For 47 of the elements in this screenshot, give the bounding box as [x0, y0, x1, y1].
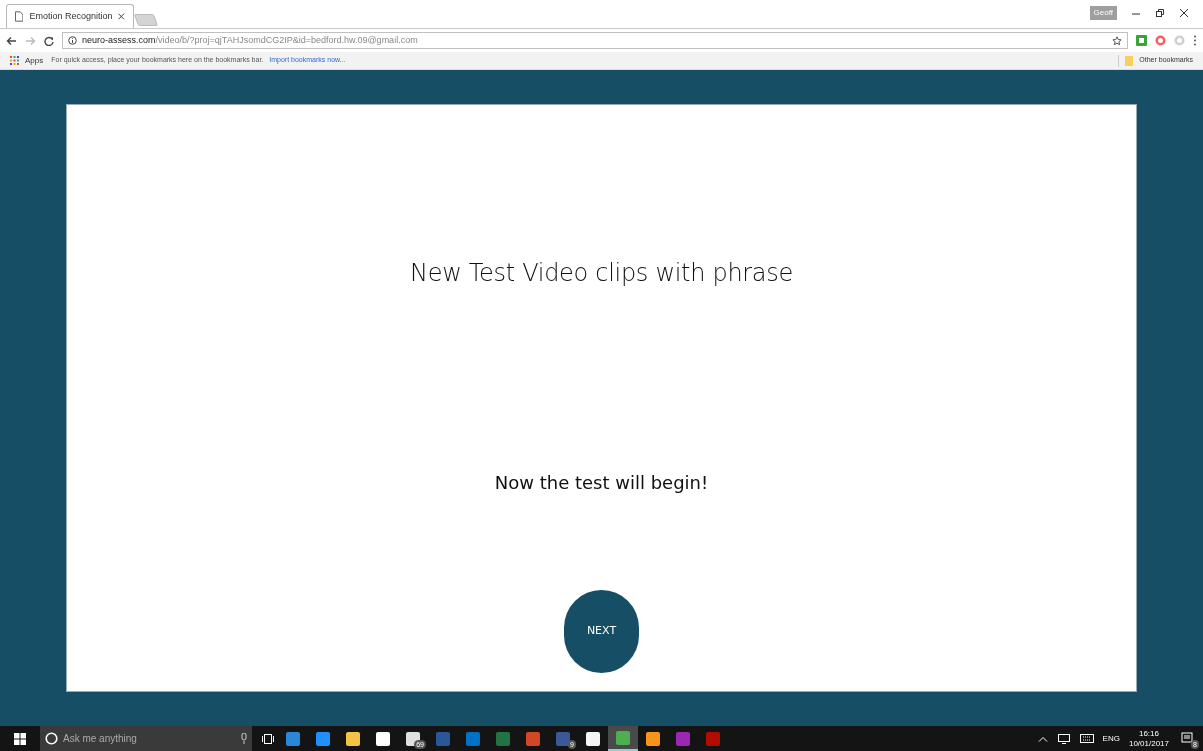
- app-tile-icon: [376, 731, 390, 746]
- app-tile-icon: [466, 731, 480, 746]
- menu-icon[interactable]: [1193, 35, 1197, 46]
- apps-link[interactable]: Apps: [25, 54, 44, 67]
- app-tile-icon: [346, 731, 360, 746]
- star-icon[interactable]: [1112, 35, 1122, 46]
- app-tile-icon: [676, 731, 690, 746]
- next-button[interactable]: NEXT: [564, 590, 639, 673]
- app-tile-icon: [286, 731, 300, 746]
- app-tile-icon: [616, 730, 630, 745]
- folder-icon: [1125, 55, 1134, 66]
- chevron-up-icon[interactable]: [1037, 735, 1048, 742]
- instruction-text: Now the test will begin!: [494, 471, 709, 495]
- page-icon: [15, 11, 24, 22]
- windows-start-icon[interactable]: [14, 732, 26, 745]
- tab-title: Emotion Recognition: [29, 9, 113, 23]
- app-tile-icon: [556, 731, 570, 746]
- apps-grid-icon[interactable]: [10, 56, 19, 65]
- keyboard-icon[interactable]: [1079, 734, 1094, 743]
- app-tile-icon: [586, 731, 600, 746]
- taskbar-search-box[interactable]: Ask me anything: [40, 726, 252, 751]
- page-heading: New Test Video clips with phrase: [410, 258, 793, 289]
- app-tile-icon: [706, 731, 720, 746]
- notifications-icon[interactable]: [1181, 731, 1195, 746]
- app-tile-icon: [646, 731, 660, 746]
- restore-icon[interactable]: [1155, 8, 1165, 18]
- search-placeholder: Ask me anything: [63, 732, 138, 746]
- extension-icon[interactable]: [1136, 35, 1147, 46]
- network-icon[interactable]: [1057, 733, 1070, 744]
- task-view-icon[interactable]: [262, 733, 274, 744]
- app-tile-icon: [496, 731, 510, 746]
- microphone-icon[interactable]: [241, 733, 247, 744]
- back-icon[interactable]: [6, 35, 17, 46]
- app-tile-icon: [316, 731, 330, 746]
- clock-time[interactable]: 16:16: [1138, 728, 1159, 739]
- extension-icon[interactable]: [1155, 35, 1166, 46]
- app-tile-icon: [436, 731, 450, 746]
- info-icon: [68, 36, 77, 45]
- reload-icon[interactable]: [44, 35, 54, 46]
- address-bar[interactable]: neuro-assess.com/video/b/?proj=qjTAHJsomdCG2IP&id=bedford.hw.09@gmail.com: [62, 32, 1128, 49]
- app-tile-icon: [526, 731, 540, 746]
- close-icon[interactable]: [1179, 8, 1189, 18]
- clock-date[interactable]: 10/01/2017: [1128, 738, 1169, 749]
- language-indicator[interactable]: ENG: [1102, 732, 1120, 745]
- cortana-icon: [45, 732, 58, 745]
- browser-tab[interactable]: Emotion Recognition: [6, 4, 134, 28]
- url-text: neuro-assess.com/video/b/?proj=qjTAHJsomdCG2IP&id=bedford.hw.09@gmail.com: [82, 33, 419, 47]
